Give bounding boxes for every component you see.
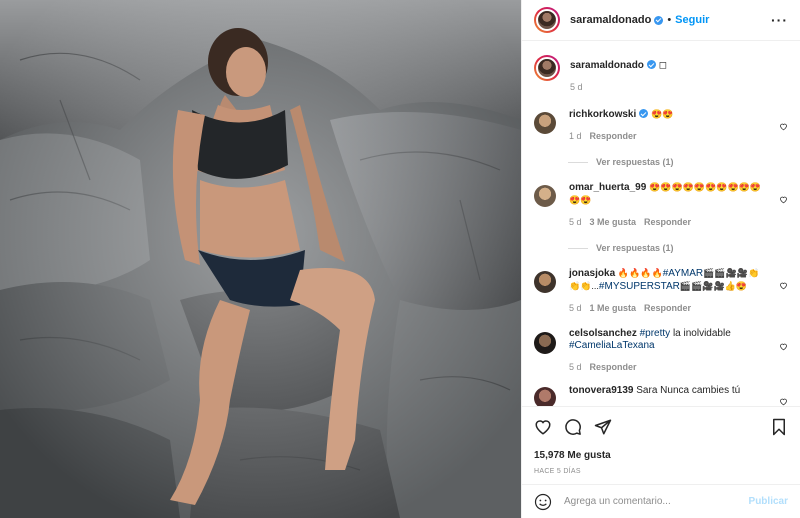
reply-button[interactable]: Responder	[590, 362, 637, 372]
verified-badge-icon	[646, 60, 656, 69]
comment-username[interactable]: omar_huerta_99	[569, 182, 646, 193]
action-icons	[534, 416, 788, 438]
view-replies-button[interactable]: Ver respuestas (1)	[568, 243, 788, 253]
reply-button[interactable]: Responder	[644, 217, 691, 227]
like-comment-icon[interactable]	[779, 195, 788, 204]
caption-text: ◻	[658, 60, 668, 71]
comment-item: tonovera9139 Sara Nunca cambies tú	[534, 383, 788, 406]
share-paper-plane-icon[interactable]	[594, 418, 612, 436]
comments-list[interactable]: saramaldonado ◻ 5 d richkorkowski 😍😍 1 d…	[522, 41, 800, 406]
comment-text: 😍😍	[651, 109, 674, 119]
caption-time[interactable]: 5 d	[570, 82, 583, 92]
comment-username[interactable]: tonovera9139	[569, 385, 633, 396]
comment-text: Sara Nunca cambies tú	[636, 385, 741, 396]
emoji-smiley-icon[interactable]	[534, 493, 552, 511]
reply-button[interactable]: Responder	[590, 131, 637, 141]
commenter-avatar[interactable]	[534, 387, 556, 406]
add-comment-bar: Agrega un comentario... Publicar	[522, 484, 800, 518]
caption-meta: 5 d	[570, 81, 788, 93]
author-avatar[interactable]	[534, 7, 560, 33]
commenter-avatar[interactable]	[534, 185, 556, 207]
comment-time[interactable]: 1 d	[569, 131, 582, 141]
photo-illustration	[0, 0, 521, 518]
likes-count[interactable]: 15,978 Me gusta	[534, 450, 788, 461]
hashtag-link[interactable]: #AYMAR	[663, 268, 703, 279]
instagram-post-modal: saramaldonado • Seguir ··· saramaldonado…	[0, 0, 800, 518]
comment-item: omar_huerta_99 😍😍😍😍😍😍😍😍😍😍😍😍 5 d3 Me gust…	[534, 181, 788, 228]
post-photo[interactable]	[0, 0, 521, 518]
comment-username[interactable]: celsolsanchez	[569, 328, 637, 339]
verified-badge-icon	[639, 109, 649, 118]
comment-bubble-icon[interactable]	[564, 418, 582, 436]
follow-button[interactable]: Seguir	[675, 14, 709, 26]
comment-time[interactable]: 5 d	[569, 303, 582, 313]
comment-time[interactable]: 5 d	[569, 217, 582, 227]
caption-username[interactable]: saramaldonado	[570, 60, 644, 71]
comment-item: jonasjoka 🔥🔥🔥🔥#AYMAR🎬🎬🎥🎥👏👏👏...#MYSUPERST…	[534, 267, 788, 314]
comment-time[interactable]: 5 d	[569, 362, 582, 372]
post-header: saramaldonado • Seguir ···	[522, 0, 800, 41]
commenter-avatar[interactable]	[534, 332, 556, 354]
commenter-avatar[interactable]	[534, 112, 556, 134]
comment-item: richkorkowski 😍😍 1 d Responder	[534, 108, 788, 142]
reply-button[interactable]: Responder	[644, 303, 691, 313]
hashtag-link[interactable]: #MYSUPERSTAR	[599, 281, 680, 292]
comment-username[interactable]: richkorkowski	[569, 109, 636, 120]
hashtag-link[interactable]: #pretty	[640, 328, 671, 339]
comment-input[interactable]: Agrega un comentario...	[564, 496, 749, 507]
like-comment-icon[interactable]	[779, 281, 788, 290]
like-comment-icon[interactable]	[779, 342, 788, 351]
more-options-icon[interactable]: ···	[771, 12, 788, 28]
publish-button[interactable]: Publicar	[749, 496, 788, 507]
like-comment-icon[interactable]	[779, 397, 788, 406]
verified-badge-icon	[654, 15, 664, 25]
like-heart-icon[interactable]	[534, 418, 552, 436]
save-bookmark-icon[interactable]	[770, 418, 788, 436]
comment-text: la inolvidable	[670, 328, 731, 339]
comment-text: 🔥🔥🔥🔥	[617, 268, 663, 278]
author-username[interactable]: saramaldonado	[570, 14, 651, 26]
comment-username[interactable]: jonasjoka	[569, 268, 615, 279]
post-actions: 15,978 Me gusta HACE 5 DÍAS	[522, 406, 800, 475]
separator-dot: •	[667, 14, 672, 26]
comment-text-end: 🎬🎬🎥🎥👍😍	[679, 281, 748, 291]
post-sidebar: saramaldonado • Seguir ··· saramaldonado…	[521, 0, 800, 518]
commenter-avatar[interactable]	[534, 271, 556, 293]
caption-author-avatar[interactable]	[534, 55, 560, 81]
caption: saramaldonado ◻ 5 d	[534, 55, 788, 93]
hashtag-link[interactable]: #CameliaLaTexana	[569, 340, 655, 351]
like-comment-icon[interactable]	[779, 122, 788, 131]
view-replies-button[interactable]: Ver respuestas (1)	[568, 157, 788, 167]
comment-item: celsolsanchez #pretty la inolvidable #Ca…	[534, 328, 788, 373]
post-timestamp[interactable]: HACE 5 DÍAS	[534, 468, 788, 475]
comment-likes[interactable]: 1 Me gusta	[590, 303, 637, 313]
comment-likes[interactable]: 3 Me gusta	[590, 217, 637, 227]
